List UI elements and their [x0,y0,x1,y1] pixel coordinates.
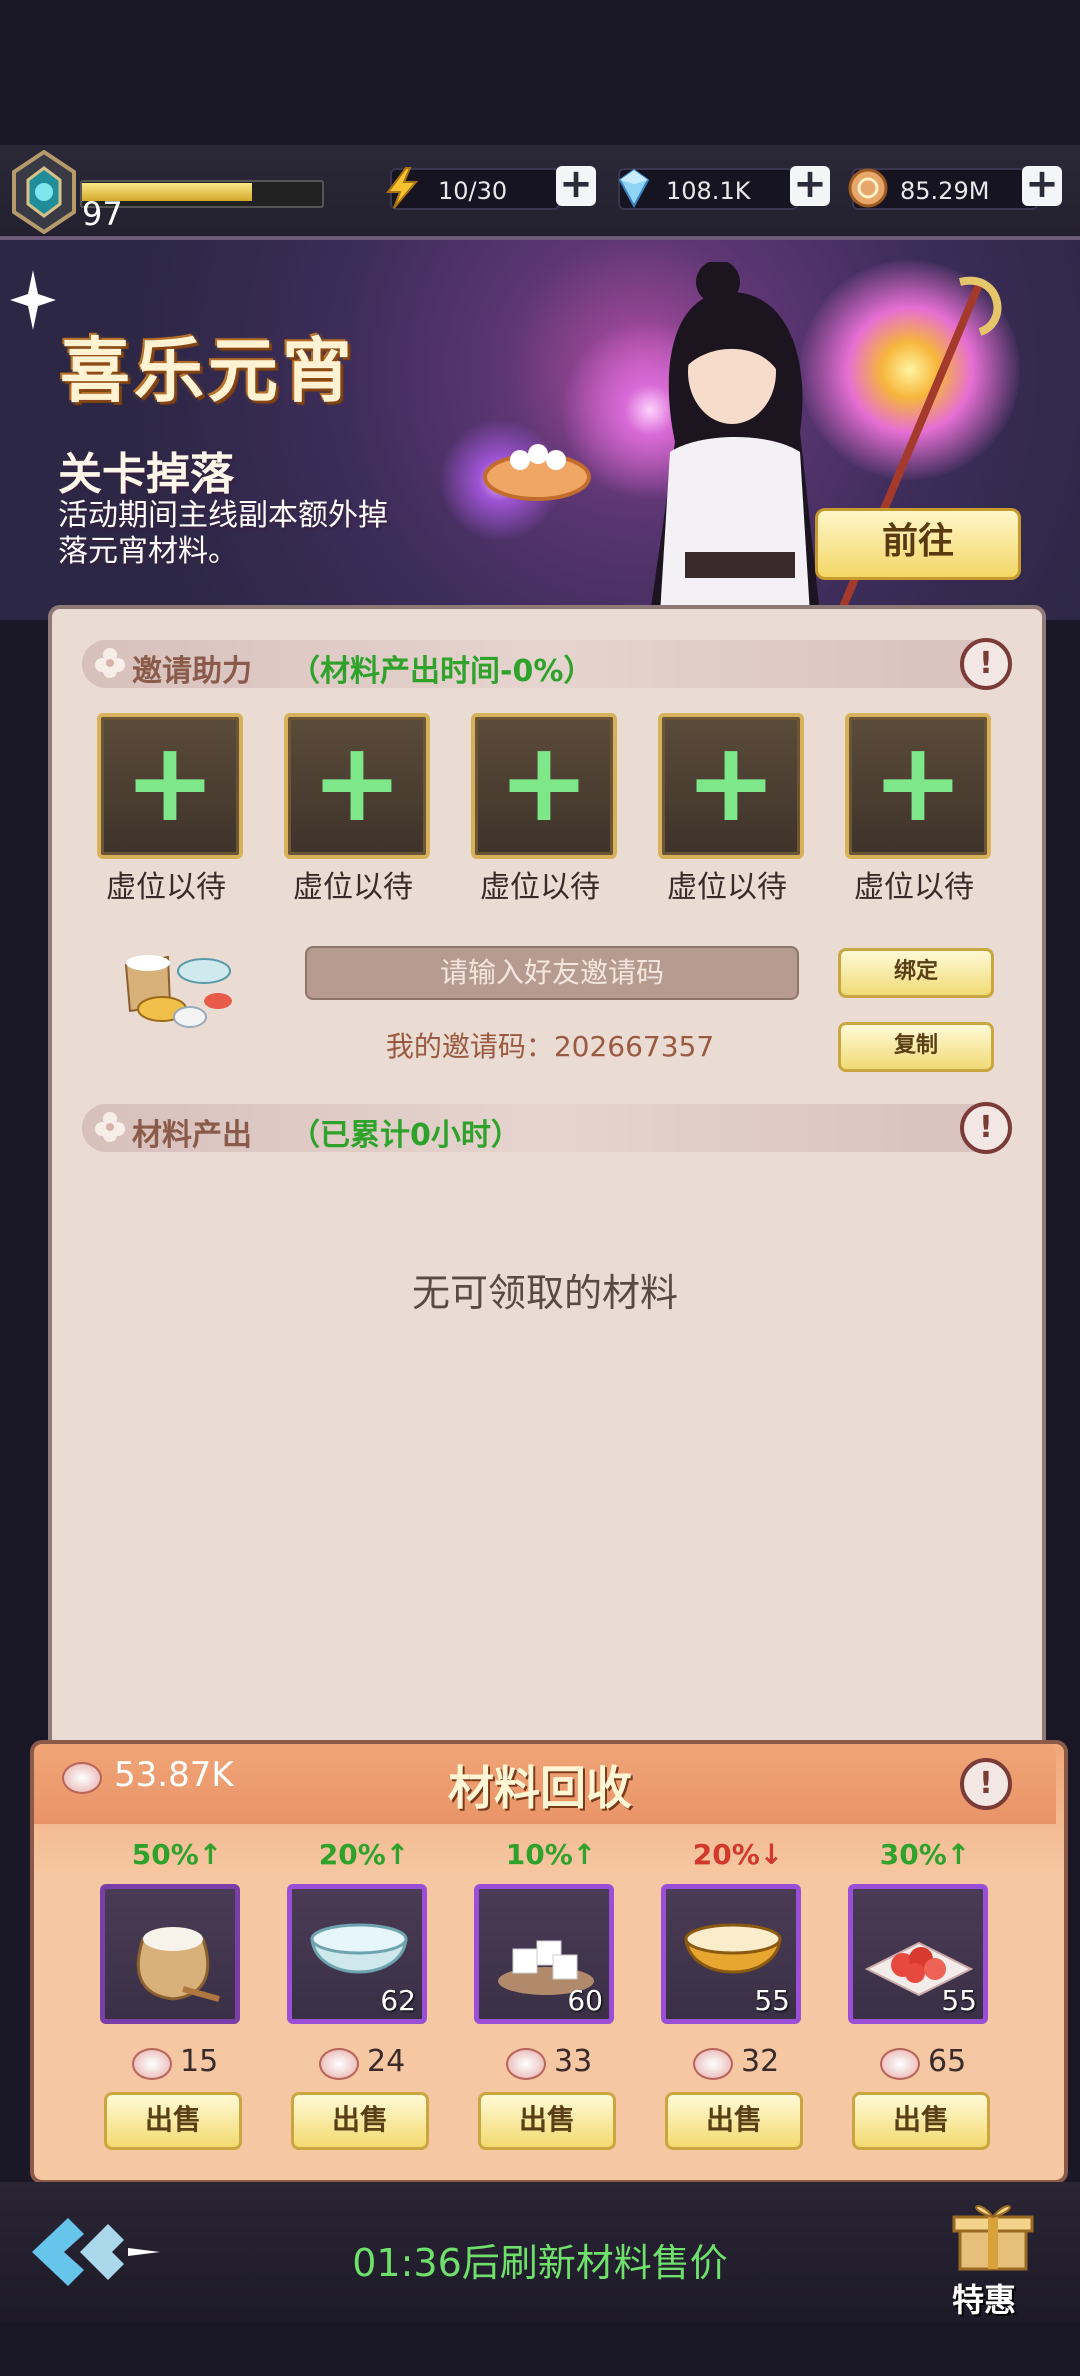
recycle-title: 材料回收 [448,1761,632,1815]
item-count: 55 [754,1984,790,2017]
invite-info-button[interactable]: ! [960,638,1012,690]
event-title: 喜乐元宵 [60,330,356,412]
sell-button[interactable]: 出售 [665,2092,803,2150]
back-arrow-icon[interactable] [28,2212,164,2292]
gems-value: 108.1K [666,177,751,205]
invite-slot[interactable]: + [97,713,243,859]
tangyuan-currency-icon [506,2048,546,2080]
invite-slot-label: 虚位以待 [106,870,226,905]
invite-slot[interactable]: + [284,713,430,859]
invite-slot[interactable]: + [471,713,617,859]
material-item-water[interactable]: 62 [287,1884,427,2024]
plus-icon: + [310,718,404,846]
price-trend: 30%↑ [879,1838,971,1871]
ingredients-icon [124,955,232,1028]
sparkle-icon [10,270,56,330]
flower-icon [95,1112,125,1142]
gift-box-icon[interactable] [948,2195,1038,2275]
tangyuan-currency-icon [132,2048,172,2080]
price-trend: 20%↓ [692,1838,784,1871]
invite-slot-label: 虚位以待 [480,870,600,905]
item-count: 55 [941,1984,977,2017]
lightning-icon [386,167,419,209]
invite-slot[interactable]: + [658,713,804,859]
flower-icon [95,648,125,678]
output-info-button[interactable]: ! [960,1102,1012,1154]
invite-section-label: 邀请助力 [132,654,252,689]
output-section-label: 材料产出 [132,1118,252,1153]
tangyuan-currency-icon [319,2048,359,2080]
tangyuan-currency-icon [62,1762,102,1794]
invite-slot-label: 虚位以待 [293,870,413,905]
item-price: 15 [180,2044,219,2079]
bind-button[interactable]: 绑定 [838,948,994,998]
add-coins-button[interactable]: + [1022,164,1062,206]
invite-slot[interactable]: + [845,713,991,859]
item-price: 32 [741,2044,780,2079]
sell-button[interactable]: 出售 [291,2092,429,2150]
material-item-rose[interactable]: 55 [848,1884,988,2024]
material-item-milk[interactable]: 55 [661,1884,801,2024]
plus-icon: + [497,718,591,846]
sell-button[interactable]: 出售 [104,2092,242,2150]
invite-code-placeholder: 请输入好友邀请码 [439,956,664,989]
energy-value: 10/30 [438,177,508,205]
price-trend: 50%↑ [131,1838,223,1871]
flour-sack-icon [136,1927,220,2002]
my-invite-code: 我的邀请码：202667357 [385,1030,715,1063]
price-refresh-timer: 01:36后刷新材料售价 [352,2241,728,2285]
plus-icon: + [123,718,217,846]
invite-slot-label: 虚位以待 [667,870,787,905]
event-subtitle: 关卡掉落 [58,449,234,500]
coin-icon [848,168,888,208]
item-price: 33 [554,2044,593,2079]
sell-button[interactable]: 出售 [852,2092,990,2150]
invite-code-input[interactable]: 请输入好友邀请码 [305,946,799,1000]
output-section-note: （已累计0小时） [290,1118,521,1153]
material-item-sugar[interactable]: 60 [474,1884,614,2024]
event-description: 活动期间主线副本额外掉落元宵材料。 [58,498,388,569]
empty-materials-message: 无可领取的材料 [411,1271,678,1315]
special-offer-label[interactable]: 特惠 [952,2275,1016,2321]
coins-value: 85.29M [900,177,990,205]
player-level: 97 [82,195,123,233]
recycle-total: 53.87K [114,1755,234,1795]
plus-icon: + [871,718,965,846]
item-count: 62 [380,1984,416,2017]
diamond-icon [618,168,650,209]
tangyuan-currency-icon [880,2048,920,2080]
item-price: 24 [367,2044,406,2079]
recycle-info-button[interactable]: ! [960,1758,1012,1810]
sell-button[interactable]: 出售 [478,2092,616,2150]
invite-section-note: （材料产出时间-0%） [290,654,594,689]
add-energy-button[interactable]: + [556,164,596,206]
item-count: 60 [567,1984,603,2017]
material-item-flour[interactable] [100,1884,240,2024]
tangyuan-currency-icon [693,2048,733,2080]
price-trend: 10%↑ [505,1838,597,1871]
item-price: 65 [928,2044,967,2079]
price-trend: 20%↑ [318,1838,410,1871]
add-gems-button[interactable]: + [790,164,830,206]
copy-button[interactable]: 复制 [838,1022,994,1072]
plus-icon: + [684,718,778,846]
go-button[interactable]: 前往 [815,508,1021,580]
invite-slot-label: 虚位以待 [854,870,974,905]
level-badge-icon[interactable] [8,150,80,234]
